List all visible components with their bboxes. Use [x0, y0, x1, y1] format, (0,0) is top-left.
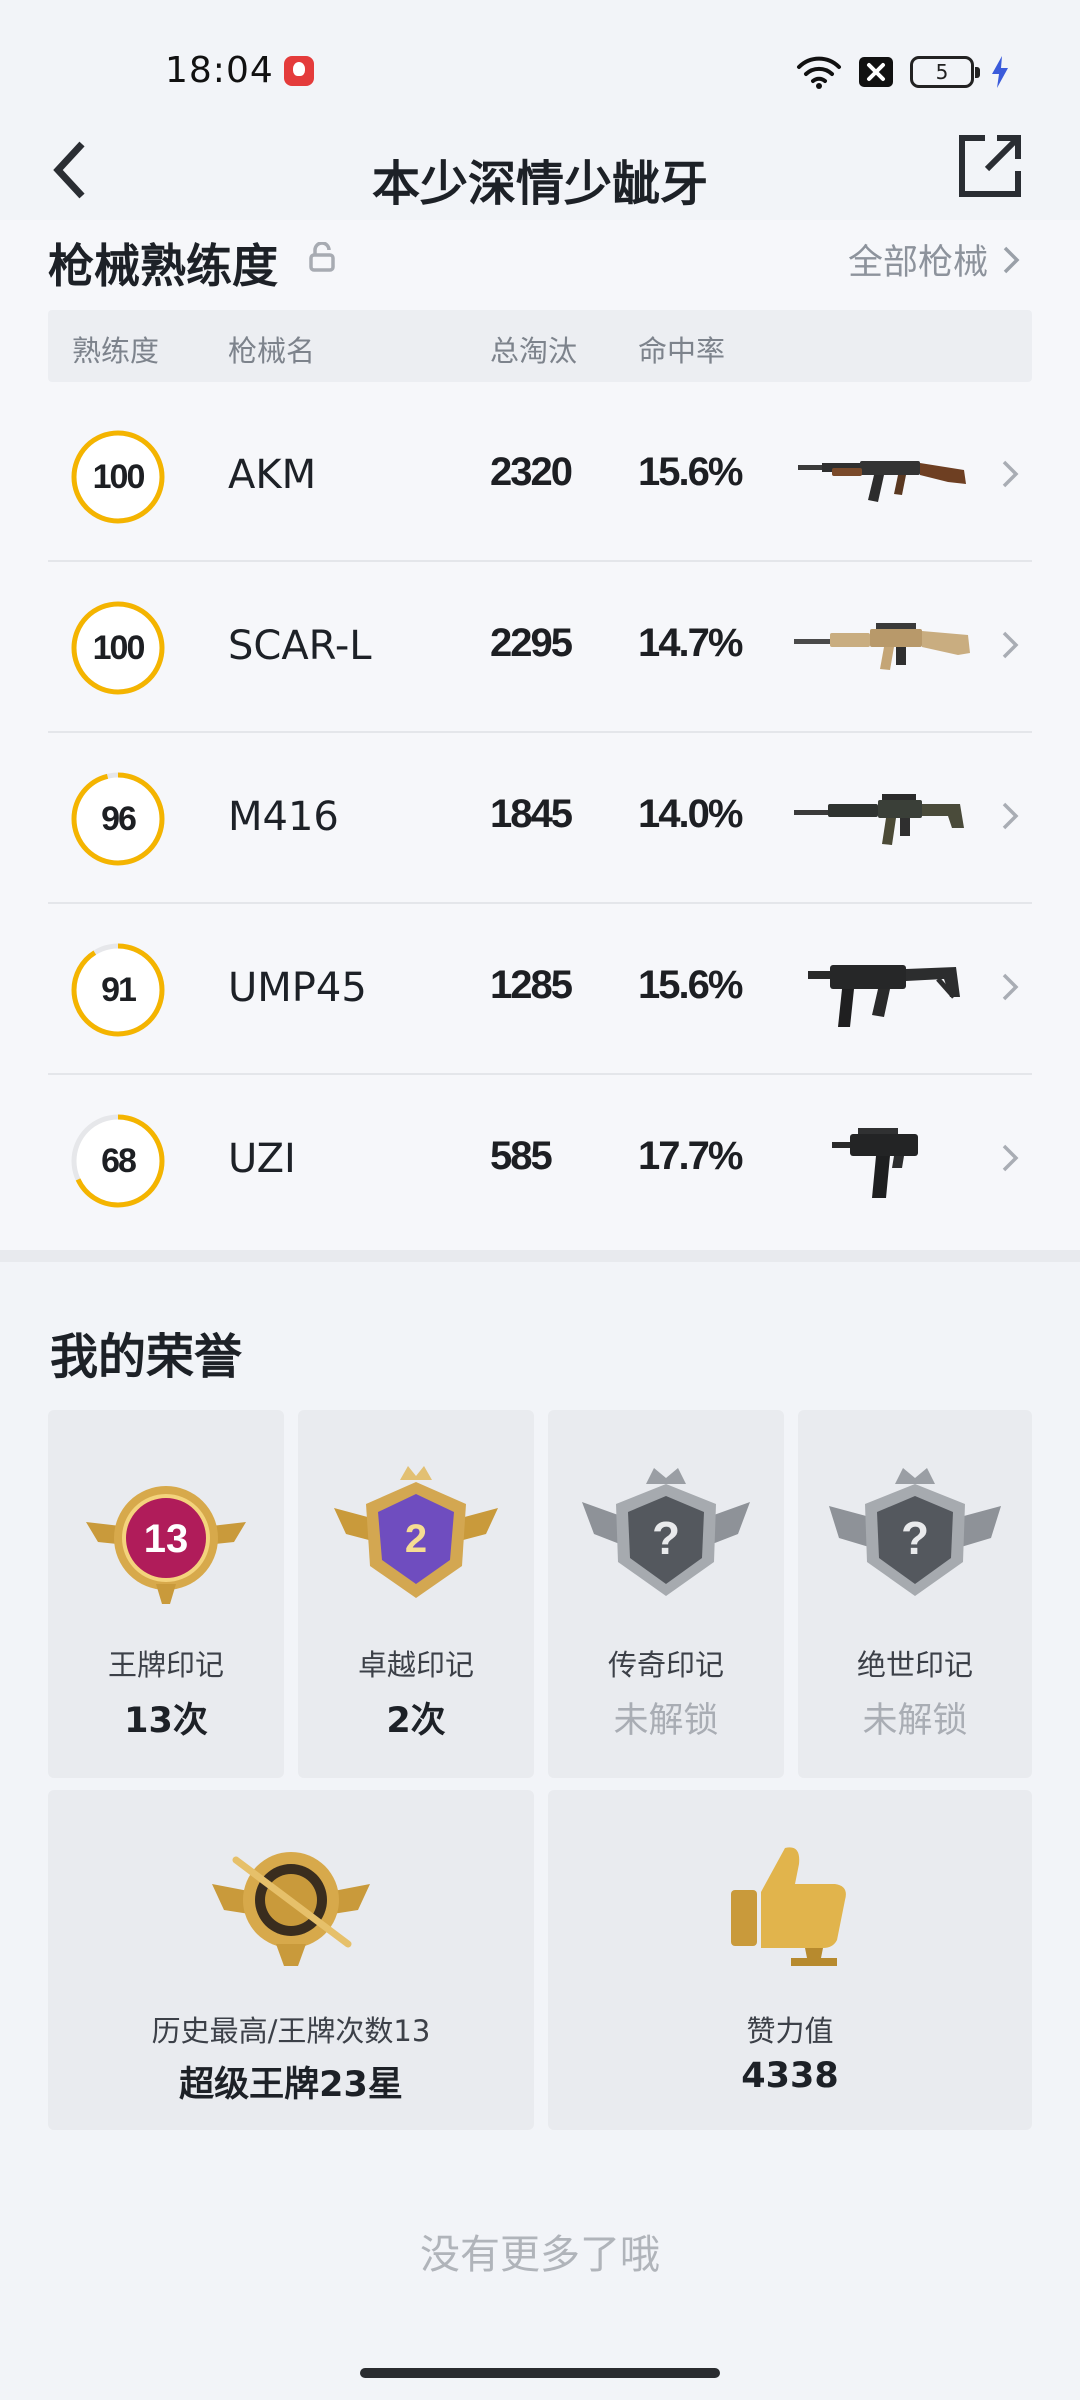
uzi-smg-icon — [832, 1128, 918, 1198]
honor-value: 4338 — [741, 2056, 839, 2096]
legend-mark-badge-icon: ? — [582, 1468, 750, 1596]
status-time: 18:04 — [165, 50, 274, 91]
chevron-right-icon — [1002, 802, 1019, 830]
lock-icon[interactable] — [308, 241, 336, 276]
column-total-kills: 总淘汰 — [490, 334, 578, 368]
honor-value: 未解锁 — [862, 1701, 968, 1741]
section-title: 枪械熟练度 — [48, 239, 278, 293]
app-badge-icon — [284, 56, 314, 86]
honor-name: 赞力值 — [746, 2014, 834, 2048]
chevron-right-icon — [1002, 1144, 1019, 1172]
proficiency-value: 96 — [101, 799, 137, 838]
column-weapon-name: 枪械名 — [228, 334, 316, 368]
honor-card-legend-mark[interactable]: ? 传奇印记 未解锁 — [548, 1410, 784, 1778]
weapon-hit-rate: 15.6% — [638, 963, 743, 1007]
all-weapons-label: 全部枪械 — [847, 243, 988, 283]
weapon-kills: 1845 — [490, 792, 573, 836]
weapon-row[interactable]: 68 UZI 585 17.7% — [48, 1076, 1032, 1246]
peerless-mark-badge-icon: ? — [829, 1468, 1001, 1596]
section-divider — [0, 1250, 1080, 1262]
honor-value: 超级王牌23星 — [179, 2065, 403, 2105]
weapon-kills: 1285 — [490, 963, 573, 1007]
weapon-name: M416 — [228, 794, 339, 840]
weapon-kills: 2295 — [490, 621, 573, 665]
status-icons: 5 — [796, 52, 1010, 92]
honor-name: 历史最高/王牌次数13 — [151, 2014, 431, 2048]
all-weapons-link[interactable]: 全部枪械 — [848, 234, 1020, 285]
weapon-proficiency-section: 枪械熟练度 全部枪械 熟练度 枪械名 总淘汰 命中率 100 AKM 2320 … — [0, 220, 1080, 1250]
proficiency-ring: 68 — [70, 1113, 166, 1209]
scar-l-rifle-icon — [794, 623, 970, 670]
chevron-right-icon — [1002, 631, 1019, 659]
chevron-right-icon — [1002, 460, 1019, 488]
honor-name: 卓越印记 — [357, 1648, 474, 1682]
badge-number: ? — [652, 1512, 680, 1564]
proficiency-value: 91 — [101, 970, 137, 1009]
highest-rank-emblem-icon — [212, 1852, 370, 1966]
honor-section: 我的荣誉 13 王牌印记 13次 2 卓越印记 2次 ? 传奇印记 未解锁 ? … — [0, 1262, 1080, 2400]
weapon-hit-rate: 14.0% — [638, 792, 743, 836]
chevron-right-icon — [1003, 246, 1020, 273]
weapon-row[interactable]: 100 AKM 2320 15.6% — [48, 392, 1032, 562]
wifi-icon — [796, 54, 842, 90]
weapon-kills: 2320 — [490, 450, 573, 494]
honor-name: 传奇印记 — [607, 1648, 724, 1682]
nav-header: 本少深情少龇牙 — [0, 110, 1080, 230]
honor-name: 绝世印记 — [856, 1648, 973, 1682]
akm-rifle-icon — [798, 461, 966, 502]
ace-mark-badge-icon: 13 — [86, 1486, 246, 1604]
battery-icon: 5 — [910, 56, 980, 88]
proficiency-ring: 96 — [70, 771, 166, 867]
honor-card-ace-mark[interactable]: 13 王牌印记 13次 — [48, 1410, 284, 1778]
proficiency-value: 100 — [92, 628, 146, 667]
weapon-row[interactable]: 100 SCAR-L 2295 14.7% — [48, 563, 1032, 733]
no-more-text: 没有更多了哦 — [420, 2232, 660, 2278]
column-hit-rate: 命中率 — [638, 334, 726, 368]
honor-name: 王牌印记 — [107, 1648, 224, 1682]
section-title: 我的荣誉 — [50, 1329, 243, 1385]
home-indicator[interactable] — [360, 2368, 720, 2378]
ump45-smg-icon — [808, 965, 960, 1027]
page-title: 本少深情少龇牙 — [371, 156, 708, 212]
share-button[interactable] — [950, 126, 1030, 206]
honor-card-peerless-mark[interactable]: ? 绝世印记 未解锁 — [798, 1410, 1032, 1778]
proficiency-ring: 100 — [70, 429, 166, 525]
weapon-name: UMP45 — [228, 965, 367, 1011]
weapon-hit-rate: 17.7% — [638, 1134, 743, 1178]
charging-bolt-icon — [990, 55, 1010, 89]
share-external-icon — [959, 135, 1021, 197]
badge-number: 13 — [144, 1517, 189, 1561]
weapon-hit-rate: 14.7% — [638, 621, 743, 665]
excellence-mark-badge-icon: 2 — [334, 1466, 498, 1598]
honor-value: 未解锁 — [613, 1701, 719, 1741]
weapon-hit-rate: 15.6% — [638, 450, 743, 494]
table-header: 熟练度 枪械名 总淘汰 命中率 — [48, 310, 1032, 382]
proficiency-ring: 91 — [70, 942, 166, 1038]
weapon-name: SCAR-L — [228, 623, 372, 669]
honor-value: 13次 — [124, 1701, 208, 1741]
chevron-right-icon — [1002, 973, 1019, 1001]
proficiency-value: 100 — [92, 457, 146, 496]
weapon-kills: 585 — [490, 1134, 553, 1178]
weapon-name: UZI — [228, 1136, 296, 1182]
badge-number: ? — [901, 1512, 929, 1564]
battery-level: 5 — [935, 60, 949, 84]
weapon-row[interactable]: 96 M416 1845 14.0% — [48, 734, 1032, 904]
weapon-row[interactable]: 91 UMP45 1285 15.6% — [48, 905, 1032, 1075]
weapon-name: AKM — [228, 452, 317, 498]
honor-card-highest-rank[interactable]: 历史最高/王牌次数13 超级王牌23星 — [48, 1790, 534, 2130]
honor-value: 2次 — [386, 1701, 446, 1741]
badge-number: 2 — [405, 1517, 427, 1561]
column-proficiency: 熟练度 — [72, 334, 160, 368]
m416-rifle-icon — [794, 794, 964, 845]
honor-card-likes[interactable]: 赞力值 4338 — [548, 1790, 1032, 2130]
thumbs-up-trophy-icon — [731, 1847, 846, 1966]
proficiency-ring: 100 — [70, 600, 166, 696]
notification-x-icon — [858, 56, 894, 88]
honor-card-excellence-mark[interactable]: 2 卓越印记 2次 — [298, 1410, 534, 1778]
proficiency-value: 68 — [101, 1141, 137, 1180]
